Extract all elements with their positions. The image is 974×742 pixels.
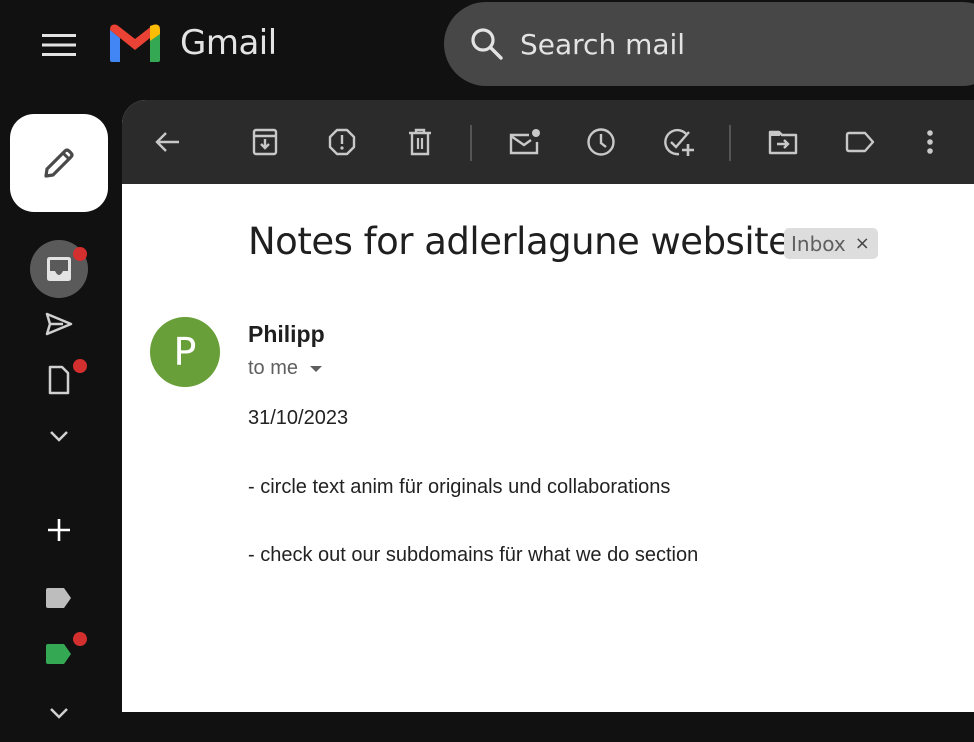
drafts-badge — [73, 359, 87, 373]
trash-icon — [409, 128, 431, 156]
label-icon — [46, 588, 71, 608]
gmail-m-icon — [110, 24, 160, 62]
label-green-badge — [73, 632, 87, 646]
plus-icon — [48, 519, 70, 541]
sidebar-more-labels-button[interactable] — [30, 684, 88, 742]
gmail-logo[interactable]: Gmail — [108, 22, 277, 64]
report-spam-button[interactable] — [322, 122, 362, 162]
more-options-button[interactable] — [910, 122, 950, 162]
draft-icon — [48, 365, 70, 395]
pencil-icon — [44, 148, 74, 178]
app-name: Gmail — [180, 23, 277, 63]
top-bar: Gmail — [0, 0, 974, 100]
hamburger-menu-icon — [42, 34, 76, 56]
inbox-icon — [47, 257, 71, 281]
inbox-unread-badge — [73, 247, 87, 261]
sidebar-more-button[interactable] — [30, 407, 88, 465]
sidebar-item-sent[interactable] — [30, 295, 88, 353]
sidebar-label-gray[interactable] — [30, 569, 88, 627]
search-bar[interactable] — [444, 2, 974, 86]
email-subject: Notes for adlerlagune website — [248, 220, 791, 263]
toolbar-divider — [729, 125, 731, 161]
email-body-line: - check out our subdomains für what we d… — [248, 544, 699, 566]
sender-avatar[interactable]: P — [150, 317, 220, 387]
add-task-icon — [664, 128, 694, 156]
email-toolbar — [122, 100, 974, 184]
recipient-text: to me — [248, 357, 299, 379]
create-label-button[interactable] — [30, 501, 88, 559]
send-icon — [45, 312, 73, 336]
search-icon[interactable] — [470, 27, 504, 61]
move-to-folder-icon — [768, 130, 798, 155]
report-spam-icon — [328, 128, 356, 156]
chevron-down-icon — [50, 708, 68, 719]
labels-button[interactable] — [840, 122, 880, 162]
add-to-tasks-button[interactable] — [659, 122, 699, 162]
mark-unread-button[interactable] — [505, 122, 545, 162]
email-body-line: - circle text anim für originals und col… — [248, 476, 671, 498]
clock-icon — [587, 128, 615, 156]
email-view: Notes for adlerlagune website Inbox × P … — [122, 100, 974, 712]
archive-icon — [252, 128, 278, 156]
label-outline-icon — [845, 131, 875, 153]
more-vert-icon — [927, 130, 933, 154]
sidebar — [0, 100, 122, 719]
arrow-left-icon — [155, 132, 179, 152]
main-menu-button[interactable] — [36, 22, 82, 68]
remove-label-icon[interactable]: × — [855, 233, 870, 254]
label-icon — [46, 644, 71, 664]
move-to-button[interactable] — [763, 122, 803, 162]
search-input[interactable] — [520, 27, 940, 61]
sender-name[interactable]: Philipp — [248, 321, 325, 348]
email-body-line: 31/10/2023 — [248, 407, 349, 429]
inbox-label-chip[interactable]: Inbox × — [784, 228, 878, 259]
delete-button[interactable] — [400, 122, 440, 162]
compose-button[interactable] — [10, 114, 108, 212]
label-chip-text: Inbox — [791, 231, 846, 256]
archive-button[interactable] — [245, 122, 285, 162]
back-button[interactable] — [148, 122, 188, 162]
chevron-down-icon — [50, 431, 68, 442]
snooze-button[interactable] — [581, 122, 621, 162]
toolbar-divider — [470, 125, 472, 161]
recipient-details-toggle[interactable]: to me — [248, 357, 323, 380]
caret-down-icon — [310, 365, 323, 372]
mark-unread-icon — [509, 129, 540, 155]
